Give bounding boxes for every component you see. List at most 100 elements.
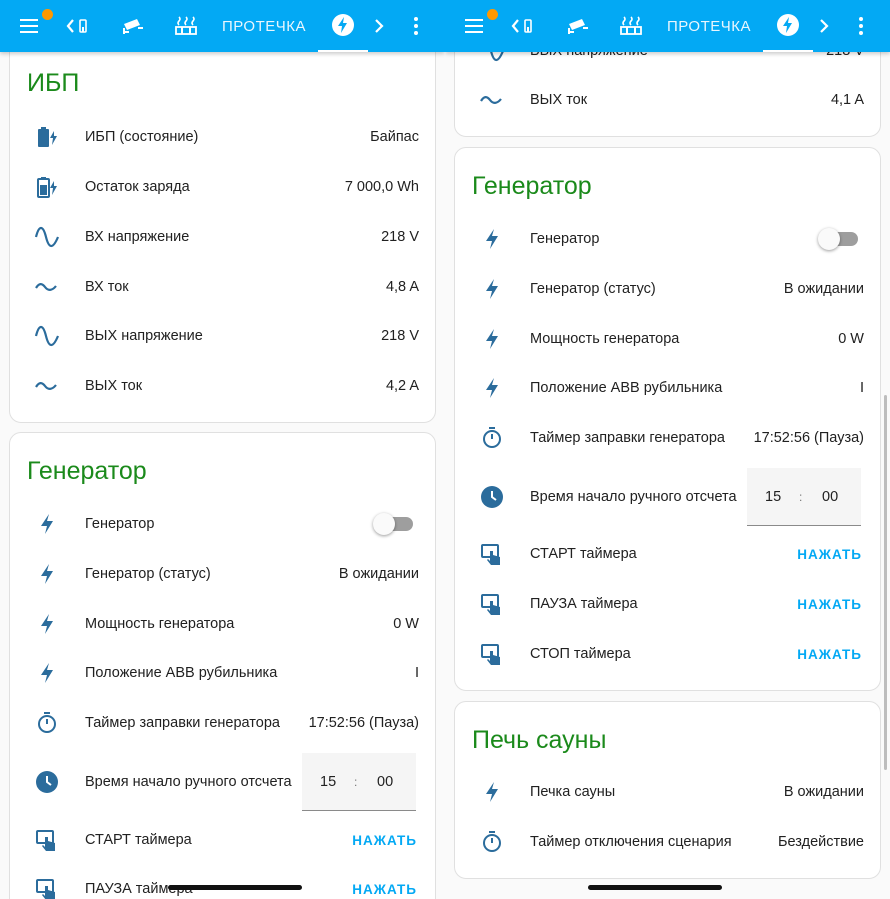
- tab-leak[interactable]: ПРОТЕЧКА: [216, 0, 312, 52]
- entity-value: 0 W: [393, 616, 419, 632]
- entity-row[interactable]: ВЫХ ток 4,1 A: [455, 75, 880, 125]
- card-title: Генератор: [472, 172, 592, 200]
- generator-toggle[interactable]: [373, 513, 413, 535]
- menu-icon[interactable]: [457, 0, 498, 52]
- entity-row[interactable]: Таймер заправки генератора 17:52:56 (Пау…: [10, 698, 435, 748]
- chevron-left-icon[interactable]: [60, 0, 96, 52]
- entity-row[interactable]: ВЫХ ток 4,2 A: [10, 361, 435, 411]
- hour-field[interactable]: 15: [320, 774, 336, 790]
- entity-value: 0 W: [838, 331, 864, 347]
- time-input[interactable]: 15 : 00: [747, 468, 861, 526]
- more-vertical-icon[interactable]: [849, 0, 873, 52]
- entity-value: В ожидании: [783, 784, 864, 800]
- current-ac-icon: [479, 87, 505, 113]
- entity-row[interactable]: Генератор (статус) В ожидании: [455, 264, 880, 314]
- entity-row[interactable]: ВЫХ напряжение 218 V: [10, 311, 435, 361]
- gesture-tap-icon: [34, 876, 60, 899]
- press-button[interactable]: НАЖАТЬ: [797, 547, 862, 562]
- entity-label: ВЫХ ток: [85, 378, 143, 394]
- time-separator: :: [799, 489, 803, 504]
- flash-icon: [34, 561, 60, 587]
- entity-row[interactable]: Таймер отключения сценария Бездействие: [455, 817, 880, 867]
- cctv-icon[interactable]: [559, 0, 597, 52]
- entity-label: СТАРТ таймера: [85, 832, 192, 848]
- gesture-tap-icon: [479, 641, 505, 667]
- battery-level-icon: [34, 174, 60, 200]
- entity-row[interactable]: Печка сауны В ожидании: [455, 767, 880, 817]
- flash-icon: [479, 375, 505, 401]
- entity-row[interactable]: Таймер заправки генератора 17:52:56 (Пау…: [455, 413, 880, 463]
- entity-label: Генератор (статус): [530, 281, 656, 297]
- chevron-left-icon[interactable]: [505, 0, 541, 52]
- time-input[interactable]: 15 : 00: [302, 753, 416, 811]
- entity-row: ПАУЗА таймера НАЖАТЬ: [455, 579, 880, 629]
- entity-label: Таймер заправки генератора: [530, 430, 725, 446]
- tab-power[interactable]: [318, 0, 368, 52]
- flash-icon: [479, 326, 505, 352]
- entity-row[interactable]: Генератор: [10, 499, 435, 549]
- hour-field[interactable]: 15: [765, 489, 781, 505]
- entity-row[interactable]: Остаток заряда 7 000,0 Wh: [10, 162, 435, 212]
- generator-toggle[interactable]: [818, 228, 858, 250]
- chevron-right-icon[interactable]: [811, 0, 837, 52]
- left-screen: ПРОТЕЧКА ИБП ИБП (состояние) Байпас Оста…: [0, 0, 445, 899]
- entity-label: ВЫХ ток: [530, 92, 588, 108]
- flash-icon: [479, 276, 505, 302]
- sine-wave-icon: [34, 224, 60, 250]
- current-ac-icon: [34, 373, 60, 399]
- minute-field[interactable]: 00: [822, 489, 838, 505]
- cctv-icon[interactable]: [114, 0, 152, 52]
- press-button[interactable]: НАЖАТЬ: [352, 882, 417, 897]
- entity-label: ВХ напряжение: [85, 229, 190, 245]
- minute-field[interactable]: 00: [377, 774, 393, 790]
- sauna-card: Печь сауны Печка сауны В ожидании Таймер…: [454, 701, 881, 879]
- entity-row[interactable]: ИБП (состояние) Байпас: [10, 112, 435, 162]
- current-ac-icon: [34, 274, 60, 300]
- entity-value: 7 000,0 Wh: [344, 179, 419, 195]
- press-button[interactable]: НАЖАТЬ: [352, 833, 417, 848]
- tab-leak[interactable]: ПРОТЕЧКА: [661, 0, 757, 52]
- entity-row: Время начало ручного отсчета 15 : 00: [10, 753, 435, 811]
- entity-row[interactable]: Положение ABB рубильника I: [10, 648, 435, 698]
- entity-label: Мощность генератора: [530, 331, 680, 347]
- entity-value: 218 V: [381, 229, 419, 245]
- entity-label: ВХ ток: [85, 279, 129, 295]
- entity-row[interactable]: Генератор: [455, 214, 880, 264]
- gesture-tap-icon: [479, 591, 505, 617]
- card-title: ИБП: [27, 69, 80, 97]
- entity-value: В ожидании: [783, 281, 864, 297]
- entity-row[interactable]: Положение ABB рубильника I: [455, 363, 880, 413]
- entity-value: 218 V: [381, 328, 419, 344]
- chevron-right-icon[interactable]: [366, 0, 392, 52]
- flash-icon: [777, 14, 799, 36]
- tab-power[interactable]: [763, 0, 813, 52]
- menu-icon[interactable]: [12, 0, 53, 52]
- scrollbar[interactable]: [884, 395, 887, 770]
- top-app-bar: ПРОТЕЧКА: [445, 0, 890, 52]
- entity-row[interactable]: Мощность генератора 0 W: [455, 314, 880, 364]
- entity-label: СТОП таймера: [530, 646, 631, 662]
- radiator-icon[interactable]: [611, 0, 651, 52]
- press-button[interactable]: НАЖАТЬ: [797, 647, 862, 662]
- entity-value: I: [859, 380, 864, 396]
- entity-row[interactable]: Генератор (статус) В ожидании: [10, 549, 435, 599]
- entity-label: Таймер отключения сценария: [530, 834, 732, 850]
- radiator-icon[interactable]: [166, 0, 206, 52]
- entity-label: Положение ABB рубильника: [85, 665, 278, 681]
- entity-row[interactable]: ВХ ток 4,8 A: [10, 262, 435, 312]
- home-indicator[interactable]: [168, 885, 302, 890]
- flash-icon: [479, 779, 505, 805]
- gesture-tap-icon: [479, 541, 505, 567]
- entity-label: ВЫХ напряжение: [85, 328, 203, 344]
- entity-row[interactable]: ВХ напряжение 218 V: [10, 212, 435, 262]
- timer-icon: [479, 829, 505, 855]
- home-indicator[interactable]: [588, 885, 722, 890]
- gesture-tap-icon: [34, 827, 60, 853]
- entity-value: 17:52:56 (Пауза): [308, 715, 419, 731]
- entity-label: ПАУЗА таймера: [530, 596, 638, 612]
- entity-label: Положение ABB рубильника: [530, 380, 723, 396]
- tab-leak-label: ПРОТЕЧКА: [666, 17, 752, 35]
- press-button[interactable]: НАЖАТЬ: [797, 597, 862, 612]
- more-vertical-icon[interactable]: [404, 0, 428, 52]
- entity-row[interactable]: Мощность генератора 0 W: [10, 599, 435, 649]
